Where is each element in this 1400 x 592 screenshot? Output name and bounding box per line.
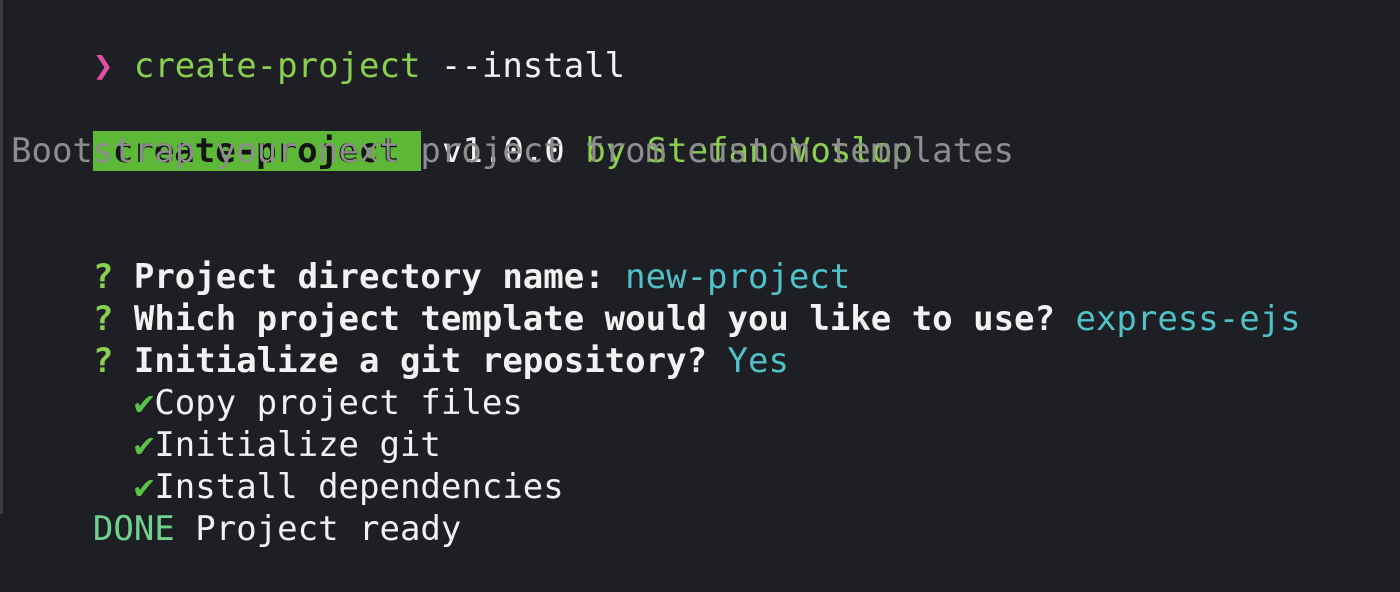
banner-line: create-project v1.0.0 by Stefan Vosloo [11, 88, 913, 171]
task-line: ✔Initialize git [11, 382, 441, 465]
question-answer: Yes [727, 341, 789, 381]
window-left-border [0, 0, 3, 514]
done-line: DONE Project ready [11, 466, 461, 549]
command-line: ❯ create-project --install [11, 3, 625, 86]
task-line: ✔Install dependencies [11, 424, 564, 507]
prompt-arrow-icon: ❯ [92, 46, 114, 86]
question-answer: express-ejs [1075, 299, 1301, 339]
done-message: Project ready [195, 509, 462, 549]
task-line: ✔Copy project files [11, 340, 523, 423]
command-name: create-project [133, 46, 421, 86]
tagline: Bootstrap your next project from custom … [11, 131, 1015, 171]
question-line: ? Project directory name: new-project [11, 214, 850, 297]
question-line: ? Which project template would you like … [11, 256, 1301, 339]
question-line: ? Initialize a git repository? Yes [11, 298, 789, 381]
done-tag: DONE [92, 509, 175, 549]
command-args: --install [440, 46, 626, 86]
